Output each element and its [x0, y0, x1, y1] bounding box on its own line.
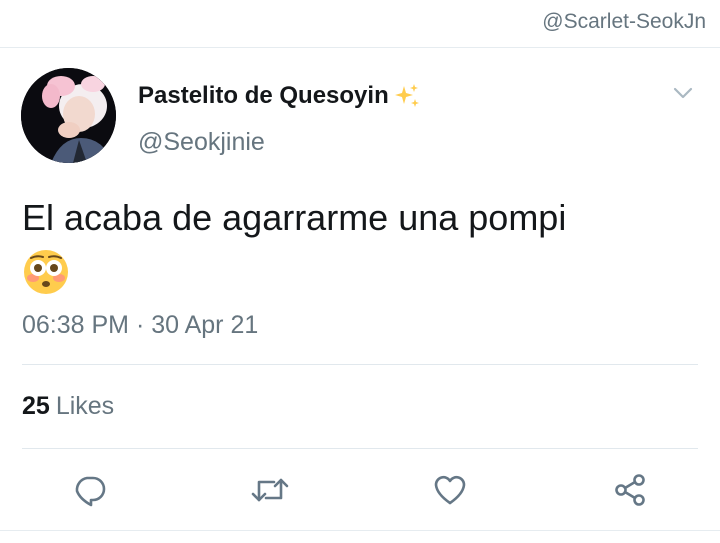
likes-row[interactable]: 25 Likes	[22, 392, 114, 421]
tweet-timestamp[interactable]: 06:38 PM · 30 Apr 21	[22, 311, 258, 340]
chevron-down-icon[interactable]	[672, 84, 694, 102]
avatar[interactable]	[21, 68, 116, 163]
divider	[22, 448, 698, 449]
display-name-text: Pastelito de Quesoyin	[138, 82, 389, 109]
top-divider	[0, 47, 720, 48]
tweet-text: El acaba de agarrarme una pompi	[22, 192, 682, 296]
handle[interactable]: @Seokjinie	[138, 128, 265, 157]
share-button[interactable]	[608, 468, 652, 512]
flushed-face-icon	[24, 250, 68, 295]
like-icon	[434, 475, 466, 505]
avatar-image	[21, 68, 116, 163]
likes-count: 25	[22, 392, 50, 420]
like-button[interactable]	[428, 468, 472, 512]
retweet-button[interactable]	[248, 468, 292, 512]
likes-label: Likes	[55, 392, 115, 420]
tweet-body: El acaba de agarrarme una pompi	[22, 197, 567, 238]
share-icon	[615, 474, 645, 506]
watermark-handle: @Scarlet-SeokJn	[542, 10, 706, 33]
bottom-divider	[0, 530, 720, 531]
divider	[22, 364, 698, 365]
sparkles-icon	[394, 84, 419, 107]
reply-icon	[75, 476, 106, 507]
action-bar	[0, 468, 720, 512]
retweet-icon	[251, 478, 289, 502]
display-name[interactable]: Pastelito de Quesoyin	[138, 82, 421, 110]
reply-button[interactable]	[68, 468, 112, 512]
